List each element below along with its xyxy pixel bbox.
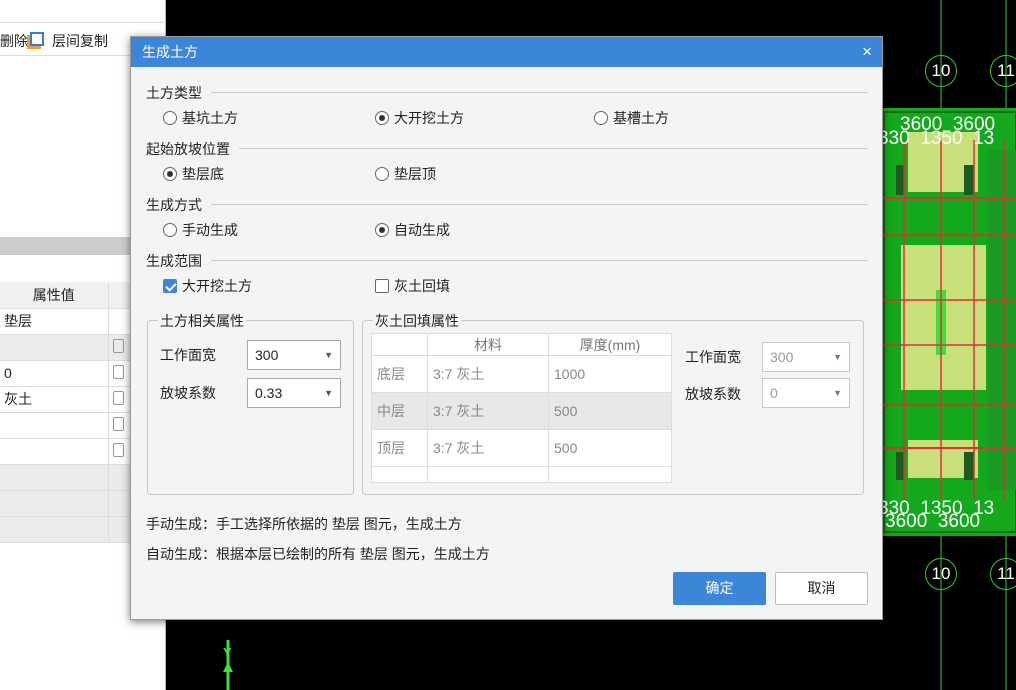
column-material: 材料 [427, 333, 549, 356]
radio-selected-icon [375, 111, 389, 125]
section-divider [211, 204, 868, 205]
fill-slope-coef-combo[interactable]: 0 ▼ [762, 378, 850, 408]
table-row[interactable]: 顶层 3:7 灰土 500 [371, 429, 672, 467]
work-width-label: 工作面宽 [160, 347, 216, 363]
header-value: 属性值 [0, 282, 109, 309]
generate-earthwork-dialog: 生成土方 × 土方类型 基坑土方 大开挖土方 基槽土方 起始放坡位置 垫层底 垫… [130, 36, 883, 620]
column-thickness: 厚度(mm) [548, 333, 672, 356]
attach-checkbox[interactable] [112, 338, 124, 353]
dialog-title-bar[interactable]: 生成土方 × [131, 37, 882, 67]
radio-auto-gen[interactable]: 自动生成 [375, 220, 450, 240]
radio-foundation-pit[interactable]: 基坑土方 [163, 108, 238, 128]
fill-slope-coef-label: 放坡系数 [685, 386, 741, 402]
y-axis-label: Y [223, 645, 232, 660]
axis-label-11-top: 11 [990, 55, 1016, 87]
earth-type-label: 土方类型 [146, 85, 202, 101]
earth-props-title: 土方相关属性 [158, 311, 246, 331]
radio-icon [163, 223, 177, 237]
radio-icon [594, 111, 608, 125]
radio-cushion-top[interactable]: 垫层顶 [375, 164, 436, 184]
attach-checkbox[interactable] [112, 416, 124, 431]
fill-layers-table: 材料 厚度(mm) 底层 3:7 灰土 1000 中层 3:7 灰土 500 顶… [371, 333, 672, 483]
delete-button[interactable]: 删除 [0, 31, 28, 51]
radio-trench[interactable]: 基槽土方 [594, 108, 669, 128]
fill-work-width-combo[interactable]: 300 ▼ [762, 342, 850, 372]
checkbox-icon [375, 279, 389, 293]
ok-button[interactable]: 确定 [673, 572, 766, 605]
close-icon[interactable]: × [862, 37, 872, 67]
section-divider [239, 148, 868, 149]
floor-copy-icon [30, 32, 44, 46]
radio-selected-icon [375, 223, 389, 237]
checkbox-open-excavation[interactable]: 大开挖土方 [163, 276, 252, 296]
earth-props-group: 土方相关属性 工作面宽 300 ▼ 放坡系数 0.33 ▼ [147, 311, 354, 495]
axis-label-10-bottom: 10 [925, 558, 957, 590]
work-width-combo[interactable]: 300 ▼ [247, 340, 341, 370]
axis-label-11-bottom: 11 [990, 558, 1016, 590]
radio-manual-gen[interactable]: 手动生成 [163, 220, 238, 240]
info-auto: 自动生成：根据本层已绘制的所有 垫层 图元，生成土方 [146, 546, 490, 562]
section-divider [211, 92, 868, 93]
gen-range-label: 生成范围 [146, 253, 202, 269]
radio-cushion-bottom[interactable]: 垫层底 [163, 164, 224, 184]
fill-props-title: 灰土回填属性 [373, 311, 461, 331]
dropdown-arrow-icon: ▼ [833, 388, 842, 398]
slope-coef-label: 放坡系数 [160, 385, 216, 401]
cancel-button[interactable]: 取消 [775, 572, 868, 605]
info-manual: 手动生成：手工选择所依据的 垫层 图元，生成土方 [146, 516, 462, 532]
dropdown-arrow-icon: ▼ [324, 388, 333, 398]
attach-checkbox[interactable] [112, 390, 124, 405]
radio-icon [163, 111, 177, 125]
radio-open-excavation[interactable]: 大开挖土方 [375, 108, 464, 128]
dim-bottom-big: 3600 3600 [885, 511, 981, 532]
dim-top-small: 330 1350 13 [878, 128, 995, 149]
section-divider [211, 260, 868, 261]
dialog-title: 生成土方 [142, 44, 198, 60]
dropdown-arrow-icon: ▼ [324, 350, 333, 360]
fill-props-group: 灰土回填属性 材料 厚度(mm) 底层 3:7 灰土 1000 中层 3:7 灰… [362, 311, 864, 495]
slope-start-label: 起始放坡位置 [146, 141, 230, 157]
gen-mode-label: 生成方式 [146, 197, 202, 213]
fill-work-width-label: 工作面宽 [685, 349, 741, 365]
attach-checkbox[interactable] [112, 442, 124, 457]
floor-copy-button[interactable]: 层间复制 [52, 31, 108, 51]
dropdown-arrow-icon: ▼ [833, 352, 842, 362]
radio-icon [375, 167, 389, 181]
table-row[interactable]: 底层 3:7 灰土 1000 [371, 355, 672, 393]
checkbox-lime-backfill[interactable]: 灰土回填 [375, 276, 450, 296]
table-row[interactable]: 中层 3:7 灰土 500 [371, 392, 672, 430]
axis-label-10-top: 10 [925, 55, 957, 87]
slope-coef-combo[interactable]: 0.33 ▼ [247, 378, 341, 408]
checkbox-checked-icon [163, 279, 177, 293]
attach-checkbox[interactable] [112, 364, 124, 379]
radio-selected-icon [163, 167, 177, 181]
